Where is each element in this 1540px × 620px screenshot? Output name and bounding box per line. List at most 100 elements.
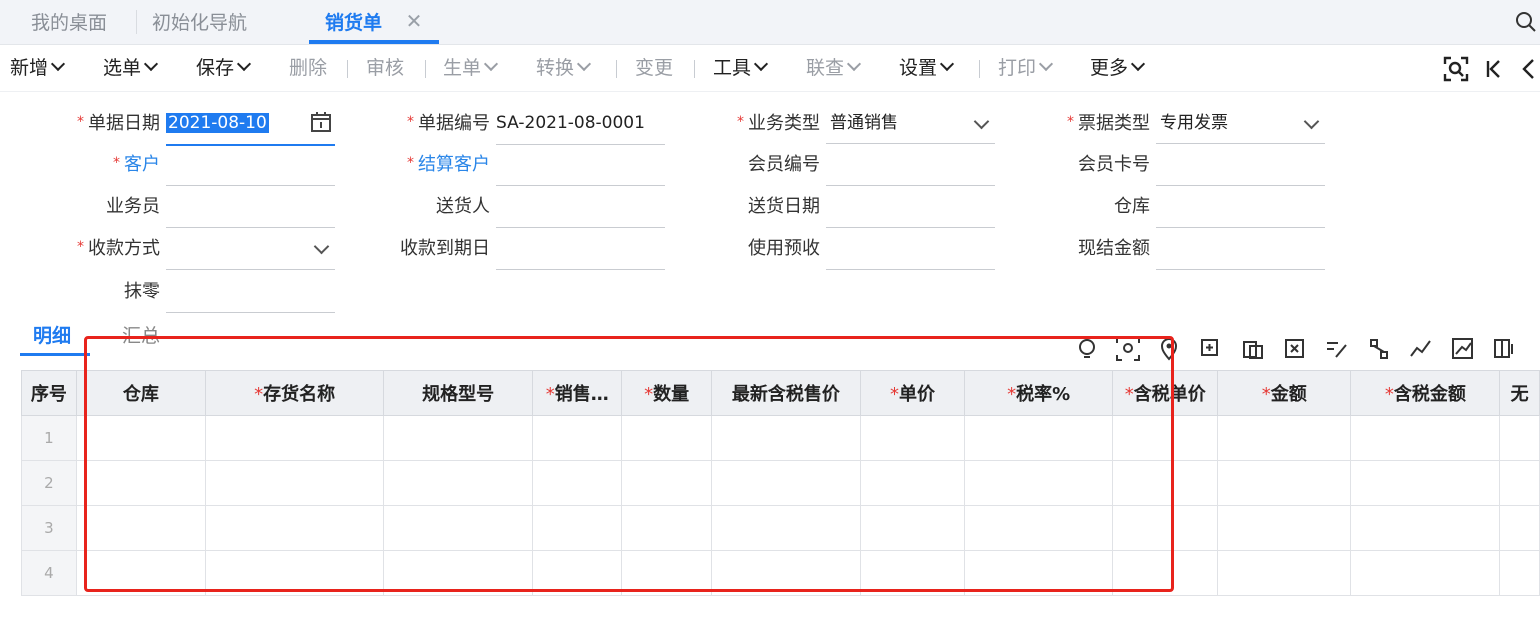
col-unit-price[interactable]: *单价	[859, 370, 965, 416]
convert-button[interactable]: 转换	[536, 45, 592, 91]
grid-cell[interactable]	[1217, 550, 1352, 596]
grid-cell[interactable]	[75, 505, 207, 551]
delete-row-icon[interactable]	[1282, 336, 1308, 362]
grid-cell[interactable]	[383, 415, 533, 461]
delivery-date-field[interactable]	[826, 187, 995, 228]
col-warehouse[interactable]: 仓库	[75, 370, 207, 416]
grid-cell[interactable]	[710, 505, 861, 551]
table-row[interactable]: 3	[21, 505, 1540, 551]
bulb-icon[interactable]	[1074, 336, 1100, 362]
col-tax-rate[interactable]: *税率%	[963, 370, 1114, 416]
row-index[interactable]: 3	[21, 505, 77, 551]
tab-init-nav[interactable]: 初始化导航	[152, 0, 247, 44]
cash-amount-field[interactable]	[1156, 229, 1325, 270]
previous-record-icon[interactable]	[1515, 55, 1540, 83]
print-button[interactable]: 打印	[998, 45, 1054, 91]
grid-cell[interactable]	[621, 460, 712, 506]
grid-cell[interactable]	[963, 460, 1114, 506]
table-row[interactable]: 4	[21, 550, 1540, 596]
salesman-field[interactable]	[166, 187, 335, 228]
col-sales-unit[interactable]: *销售…	[531, 370, 623, 416]
deliverer-field[interactable]	[496, 187, 665, 228]
new-button[interactable]: 新增	[10, 45, 66, 91]
grid-cell[interactable]	[963, 550, 1114, 596]
add-row-icon[interactable]	[1198, 336, 1224, 362]
grid-cell[interactable]	[1499, 460, 1540, 506]
audit-button[interactable]: 审核	[366, 45, 404, 91]
grid-cell[interactable]	[383, 550, 533, 596]
grid-cell[interactable]	[383, 505, 533, 551]
col-latest-price[interactable]: 最新含税售价	[710, 370, 861, 416]
due-date-field[interactable]	[496, 229, 665, 270]
payment-method-select[interactable]	[166, 229, 335, 270]
col-tax-amount[interactable]: *含税金额	[1350, 370, 1501, 416]
biz-type-select[interactable]: 普通销售	[826, 104, 995, 144]
table-row[interactable]: 1	[21, 415, 1540, 461]
grid-cell[interactable]	[75, 460, 207, 506]
copy-row-icon[interactable]	[1240, 336, 1266, 362]
grid-cell[interactable]	[531, 415, 623, 461]
scan-search-icon[interactable]	[1442, 55, 1470, 83]
grid-cell[interactable]	[205, 550, 385, 596]
grid-cell[interactable]	[859, 460, 965, 506]
scan-bulb-icon[interactable]	[1115, 336, 1141, 362]
doc-date-field[interactable]: 2021-08-10	[166, 104, 335, 146]
grid-cell[interactable]	[1499, 505, 1540, 551]
save-button[interactable]: 保存	[196, 45, 252, 91]
grid-cell[interactable]	[1350, 505, 1501, 551]
row-index[interactable]: 2	[21, 460, 77, 506]
search-icon[interactable]	[1513, 9, 1539, 35]
delete-button[interactable]: 删除	[289, 45, 327, 91]
grid-cell[interactable]	[1112, 460, 1219, 506]
grid-cell[interactable]	[205, 505, 385, 551]
col-tax-unit-price[interactable]: *含税单价	[1112, 370, 1219, 416]
tools-button[interactable]: 工具	[713, 45, 769, 91]
grid-cell[interactable]	[531, 460, 623, 506]
grid-cell[interactable]	[1350, 415, 1501, 461]
invoice-type-select[interactable]: 专用发票	[1156, 104, 1325, 144]
grid-cell[interactable]	[75, 415, 207, 461]
col-overflow[interactable]: 无	[1499, 370, 1540, 416]
grid-cell[interactable]	[531, 505, 623, 551]
change-button[interactable]: 变更	[635, 45, 673, 91]
grid-cell[interactable]	[963, 415, 1114, 461]
grid-cell[interactable]	[1217, 460, 1352, 506]
grid-cell[interactable]	[710, 550, 861, 596]
grid-cell[interactable]	[1112, 505, 1219, 551]
generate-button[interactable]: 生单	[443, 45, 499, 91]
grid-cell[interactable]	[205, 460, 385, 506]
settings-button[interactable]: 设置	[899, 45, 955, 91]
tab-sales-order[interactable]: 销货单	[325, 0, 382, 44]
grid-cell[interactable]	[205, 415, 385, 461]
warehouse-field[interactable]	[1156, 187, 1325, 228]
grid-cell[interactable]	[531, 550, 623, 596]
rounding-field[interactable]	[166, 272, 335, 313]
calendar-icon[interactable]	[309, 110, 333, 134]
col-quantity[interactable]: *数量	[621, 370, 712, 416]
tab-summary[interactable]: 汇总	[122, 318, 160, 354]
grid-cell[interactable]	[1499, 550, 1540, 596]
trend-icon[interactable]	[1450, 336, 1476, 362]
grid-cell[interactable]	[75, 550, 207, 596]
column-settings-icon[interactable]	[1492, 336, 1518, 362]
customer-field[interactable]	[166, 145, 335, 186]
tab-desktop[interactable]: 我的桌面	[31, 0, 107, 44]
grid-cell[interactable]	[963, 505, 1114, 551]
col-item-name[interactable]: *存货名称	[205, 370, 385, 416]
table-row[interactable]: 2	[21, 460, 1540, 506]
grid-cell[interactable]	[859, 550, 965, 596]
customer-label[interactable]: * 客户	[60, 145, 160, 185]
first-record-icon[interactable]	[1480, 55, 1508, 83]
link-query-button[interactable]: 联查	[806, 45, 862, 91]
grid-cell[interactable]	[1350, 460, 1501, 506]
grid-cell[interactable]	[1112, 550, 1219, 596]
row-index[interactable]: 4	[21, 550, 77, 596]
grid-cell[interactable]	[621, 505, 712, 551]
grid-cell[interactable]	[1217, 505, 1352, 551]
grid-cell[interactable]	[383, 460, 533, 506]
grid-cell[interactable]	[859, 415, 965, 461]
doc-no-field[interactable]: SA-2021-08-0001	[496, 104, 665, 145]
settle-customer-label[interactable]: * 结算客户	[390, 145, 490, 185]
grid-cell[interactable]	[1499, 415, 1540, 461]
edit-icon[interactable]	[1324, 336, 1350, 362]
